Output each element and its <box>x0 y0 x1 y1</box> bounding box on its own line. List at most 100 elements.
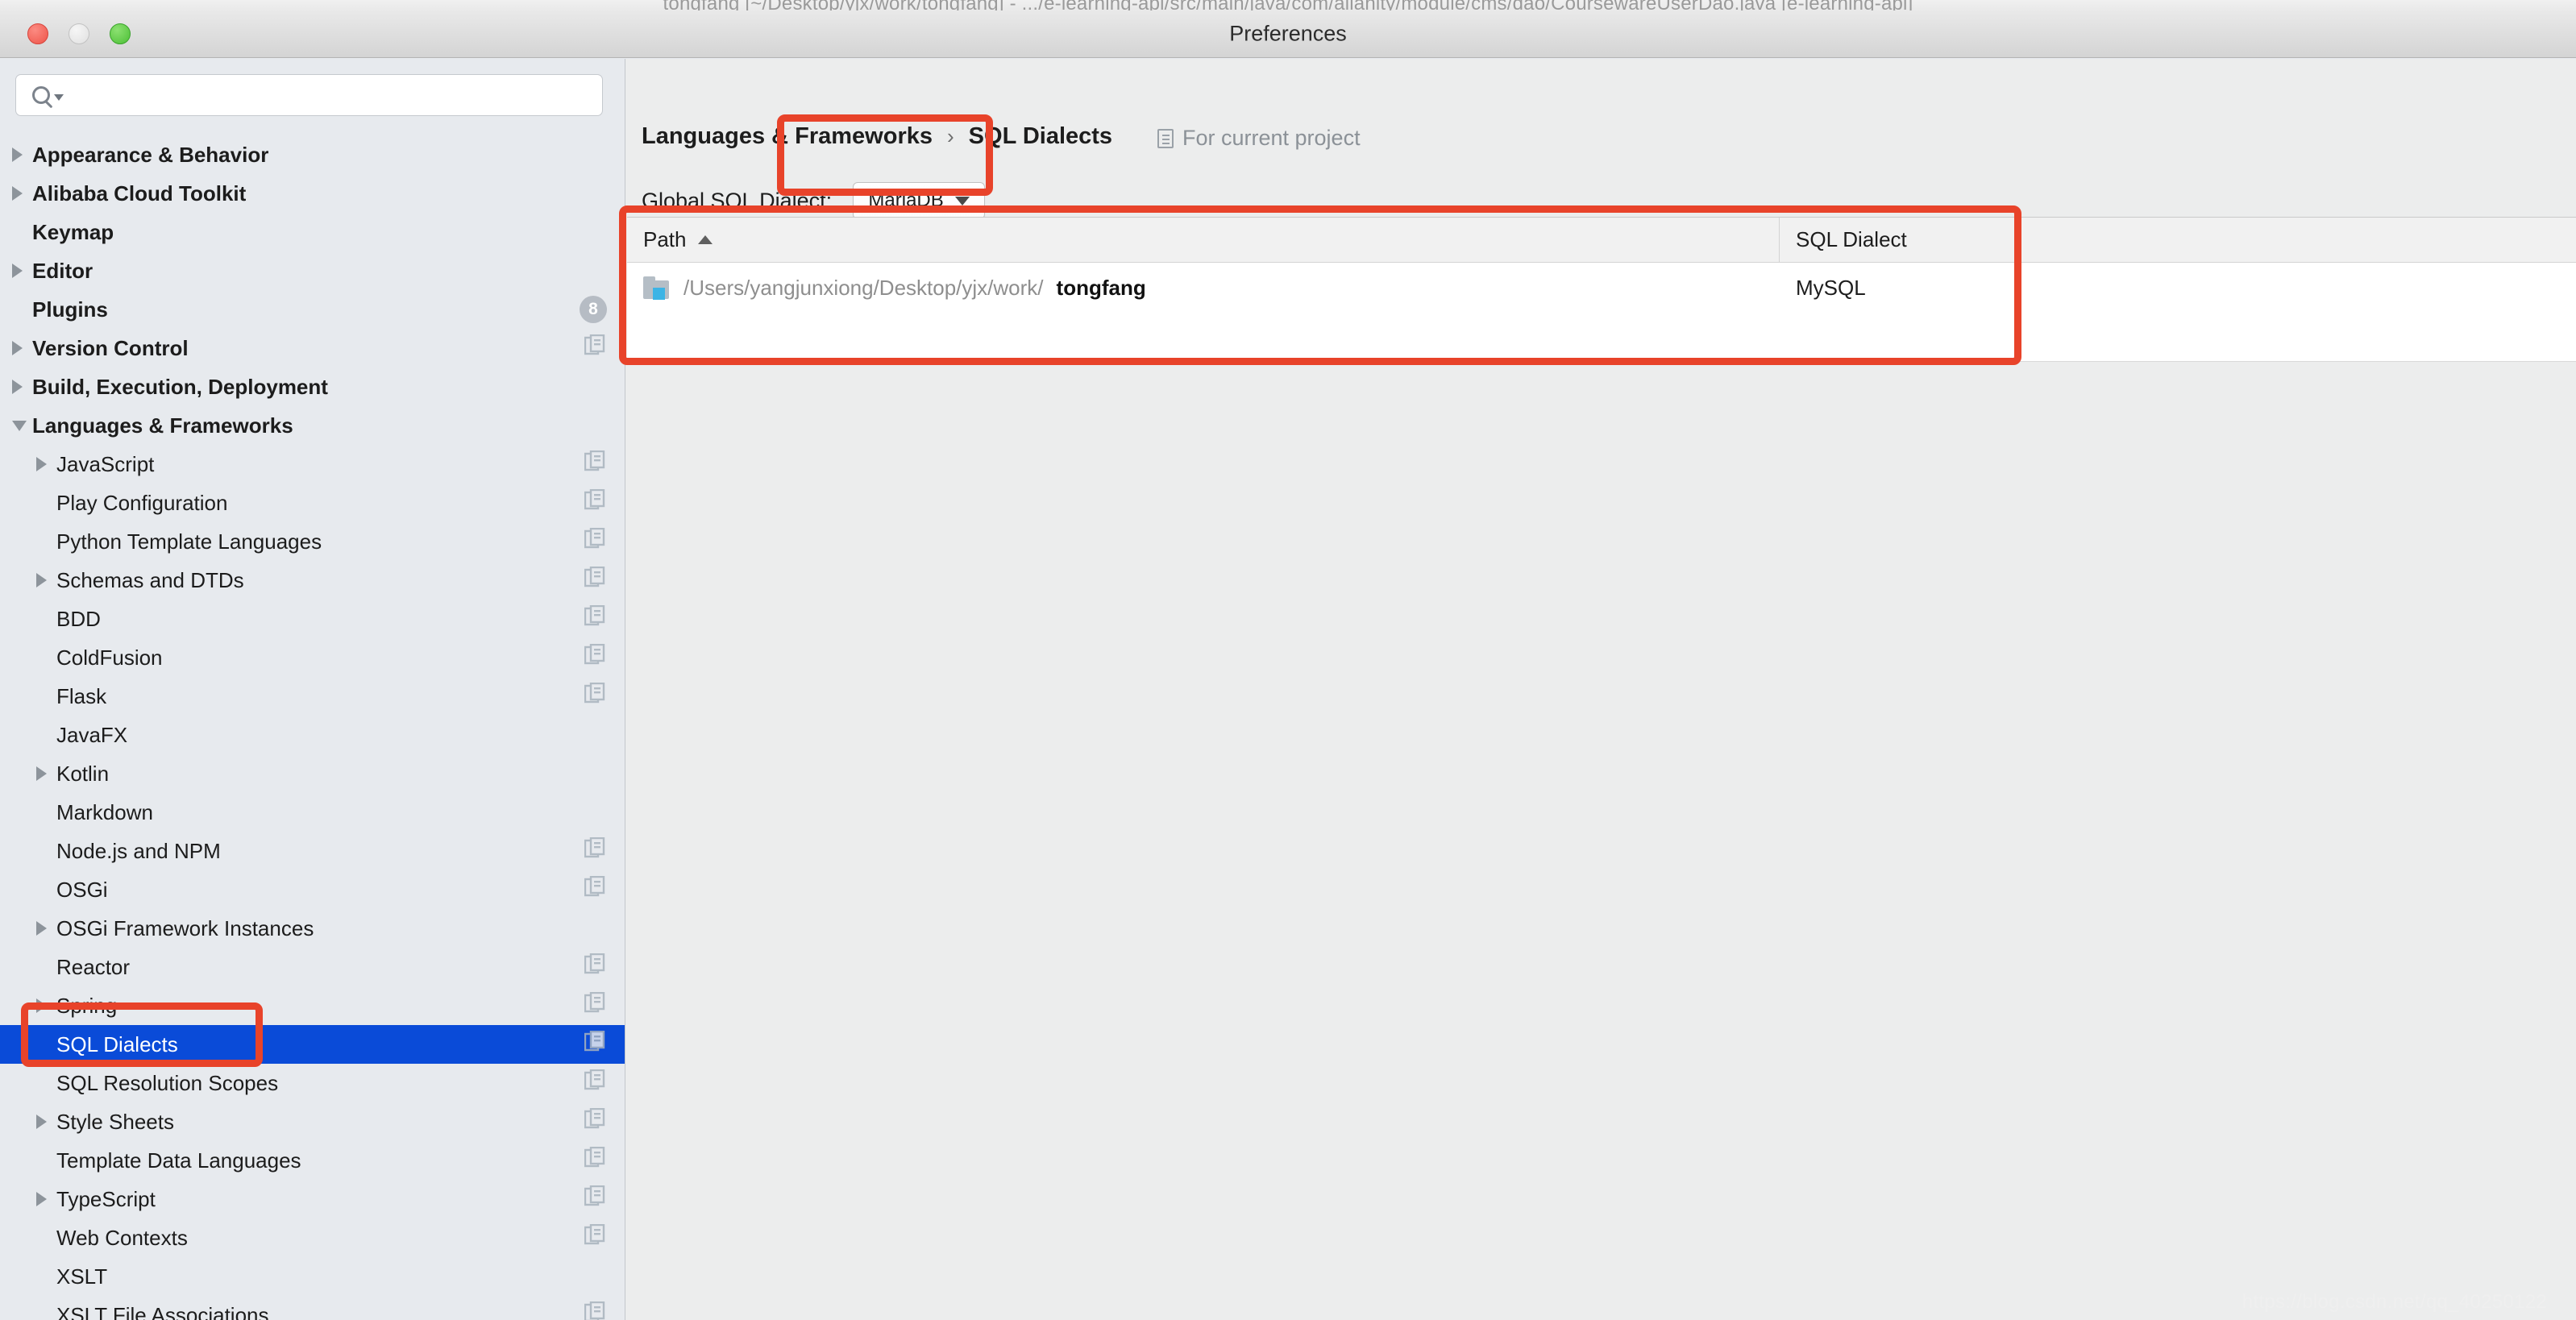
sidebar-item-alibaba-cloud-toolkit[interactable]: Alibaba Cloud Toolkit <box>0 174 625 213</box>
breadcrumb-separator-icon: › <box>947 124 954 148</box>
copy-settings-icon[interactable] <box>584 991 605 1020</box>
copy-settings-icon[interactable] <box>584 488 605 517</box>
sidebar-item-label: Style Sheets <box>56 1109 174 1134</box>
chevron-right-icon[interactable] <box>36 1115 47 1129</box>
search-box[interactable] <box>15 74 603 116</box>
sidebar-item-label: Keymap <box>32 219 114 244</box>
sidebar-item-play-configuration[interactable]: Play Configuration <box>0 484 625 522</box>
sidebar-item-spring[interactable]: Spring <box>0 986 625 1025</box>
watermark: https://blog.csdn.net/qq_40250122 <box>2242 1291 2547 1313</box>
copy-settings-icon[interactable] <box>584 953 605 982</box>
sidebar-item-python-template-languages[interactable]: Python Template Languages <box>0 522 625 561</box>
sidebar-item-label: Markdown <box>56 799 153 824</box>
copy-settings-icon[interactable] <box>584 450 605 479</box>
copy-settings-icon[interactable] <box>584 1069 605 1098</box>
sidebar-item-label: Build, Execution, Deployment <box>32 374 328 399</box>
copy-settings-icon[interactable] <box>584 1146 605 1175</box>
copy-settings-icon[interactable] <box>584 1107 605 1136</box>
sidebar-item-reactor[interactable]: Reactor <box>0 948 625 986</box>
chevron-right-icon[interactable] <box>12 147 23 162</box>
sidebar-item-javafx[interactable]: JavaFX <box>0 716 625 754</box>
sidebar-item-node-js-and-npm[interactable]: Node.js and NPM <box>0 832 625 870</box>
sidebar-item-label: JavaFX <box>56 722 128 747</box>
copy-settings-icon[interactable] <box>584 643 605 672</box>
sidebar-item-plugins[interactable]: Plugins 8 <box>0 290 625 329</box>
sidebar-item-osgi-framework-instances[interactable]: OSGi Framework Instances <box>0 909 625 948</box>
sidebar-item-version-control[interactable]: Version Control <box>0 329 625 367</box>
sidebar-item-kotlin[interactable]: Kotlin <box>0 754 625 793</box>
copy-settings-icon[interactable] <box>584 1030 605 1059</box>
sidebar-item-label: SQL Dialects <box>56 1032 178 1056</box>
sidebar-item-languages-frameworks[interactable]: Languages & Frameworks <box>0 406 625 445</box>
column-header-sql-dialect[interactable]: SQL Dialect <box>1780 218 2576 262</box>
sidebar-item-label: OSGi Framework Instances <box>56 915 314 940</box>
chevron-right-icon[interactable] <box>36 457 47 471</box>
copy-settings-icon[interactable] <box>584 875 605 904</box>
copy-settings-icon[interactable] <box>584 527 605 556</box>
column-header-path[interactable]: Path <box>627 218 1780 262</box>
table-row[interactable]: /Users/yangjunxiong/Desktop/yjx/work/ton… <box>627 263 2576 313</box>
table-cell-dialect[interactable]: MySQL <box>1780 276 2576 301</box>
chevron-right-icon[interactable] <box>12 341 23 355</box>
sidebar-item-coldfusion[interactable]: ColdFusion <box>0 638 625 677</box>
sidebar-item-sql-dialects[interactable]: SQL Dialects <box>0 1025 625 1064</box>
chevron-down-icon[interactable] <box>12 420 27 431</box>
copy-settings-icon[interactable] <box>584 836 605 865</box>
sidebar-item-typescript[interactable]: TypeScript <box>0 1180 625 1218</box>
sidebar-item-label: Languages & Frameworks <box>32 413 293 438</box>
dialog-titlebar: Preferences <box>0 10 2576 58</box>
chevron-right-icon[interactable] <box>36 921 47 936</box>
sidebar-item-build-execution-deployment[interactable]: Build, Execution, Deployment <box>0 367 625 406</box>
chevron-right-icon[interactable] <box>36 766 47 781</box>
chevron-right-icon[interactable] <box>36 573 47 587</box>
copy-settings-icon[interactable] <box>584 1223 605 1252</box>
sidebar-item-label: Template Data Languages <box>56 1148 301 1173</box>
sidebar-item-template-data-languages[interactable]: Template Data Languages <box>0 1141 625 1180</box>
sidebar-item-xslt[interactable]: XSLT <box>0 1257 625 1296</box>
copy-settings-icon[interactable] <box>584 604 605 633</box>
column-header-path-label: Path <box>643 227 687 251</box>
sidebar-item-label: Alibaba Cloud Toolkit <box>32 181 247 205</box>
chevron-right-icon[interactable] <box>12 186 23 201</box>
chevron-right-icon[interactable] <box>36 998 47 1013</box>
sidebar-item-schemas-and-dtds[interactable]: Schemas and DTDs <box>0 561 625 600</box>
path-prefix: /Users/yangjunxiong/Desktop/yjx/work/ <box>683 275 1044 300</box>
sidebar-item-flask[interactable]: Flask <box>0 677 625 716</box>
sidebar-item-appearance-behavior[interactable]: Appearance & Behavior <box>0 135 625 174</box>
sidebar-item-label: OSGi <box>56 877 108 902</box>
sidebar-item-javascript[interactable]: JavaScript <box>0 445 625 484</box>
search-area <box>0 59 625 116</box>
copy-settings-icon[interactable] <box>584 566 605 595</box>
copy-settings-icon[interactable] <box>584 1301 605 1320</box>
sidebar-item-web-contexts[interactable]: Web Contexts <box>0 1218 625 1257</box>
sidebar-item-style-sheets[interactable]: Style Sheets <box>0 1102 625 1141</box>
column-header-sql-dialect-label: SQL Dialect <box>1796 227 1907 251</box>
sidebar-item-markdown[interactable]: Markdown <box>0 793 625 832</box>
search-input[interactable] <box>75 83 566 107</box>
global-dialect-row: Global SQL Dialect: MariaDB <box>642 182 986 219</box>
sidebar-item-osgi[interactable]: OSGi <box>0 870 625 909</box>
chevron-right-icon[interactable] <box>12 380 23 394</box>
sidebar-item-keymap[interactable]: Keymap <box>0 213 625 251</box>
global-dialect-dropdown[interactable]: MariaDB <box>853 182 986 219</box>
sidebar-item-editor[interactable]: Editor <box>0 251 625 290</box>
chevron-right-icon[interactable] <box>12 264 23 278</box>
copy-settings-icon[interactable] <box>584 682 605 711</box>
sidebar-item-bdd[interactable]: BDD <box>0 600 625 638</box>
sidebar-item-label: BDD <box>56 606 101 631</box>
copy-settings-icon[interactable] <box>584 334 605 363</box>
breadcrumb-parent[interactable]: Languages & Frameworks <box>642 123 933 150</box>
plugins-update-badge: 8 <box>580 296 607 323</box>
sidebar-item-sql-resolution-scopes[interactable]: SQL Resolution Scopes <box>0 1064 625 1102</box>
chevron-right-icon[interactable] <box>36 1192 47 1206</box>
sidebar-item-xslt-file-associations[interactable]: XSLT File Associations <box>0 1296 625 1320</box>
copy-settings-icon[interactable] <box>584 1185 605 1214</box>
